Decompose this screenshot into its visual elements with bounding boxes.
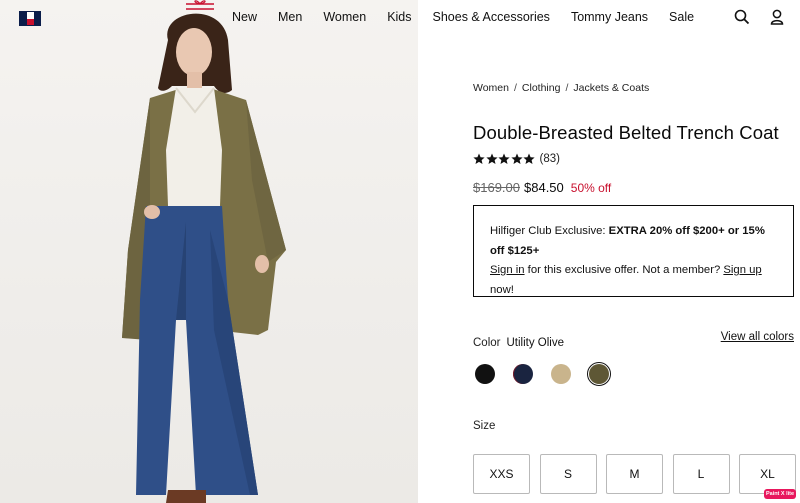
- nav-new[interactable]: New: [232, 10, 257, 24]
- size-options: XXS S M L XL: [473, 454, 796, 494]
- search-icon[interactable]: [734, 9, 750, 25]
- nav-tommy-jeans[interactable]: Tommy Jeans: [571, 10, 648, 24]
- site-header: New Men Women Kids Shoes & Accessories T…: [0, 0, 800, 36]
- size-xl-button[interactable]: XL: [739, 454, 796, 494]
- size-l-button[interactable]: L: [672, 454, 730, 494]
- gift-promo-icon[interactable]: [183, 0, 217, 12]
- product-title: Double-Breasted Belted Trench Coat: [473, 122, 779, 143]
- nav-shoes-accessories[interactable]: Shoes & Accessories: [433, 10, 550, 24]
- star-icon: [498, 153, 510, 164]
- club-offer-box: Hilfiger Club Exclusive: EXTRA 20% off $…: [473, 205, 794, 297]
- color-label: Color: [473, 337, 501, 349]
- breadcrumb-separator: /: [565, 82, 569, 94]
- star-icon: [485, 153, 498, 164]
- discount-label: 50% off: [570, 181, 612, 195]
- sale-price: $84.50: [524, 180, 564, 195]
- view-all-colors-link[interactable]: View all colors: [721, 331, 794, 343]
- product-rating[interactable]: (83): [473, 153, 560, 165]
- rating-count[interactable]: (83): [540, 153, 560, 165]
- club-intro: Hilfiger Club Exclusive:: [490, 225, 609, 237]
- nav-men[interactable]: Men: [278, 10, 302, 24]
- main-nav: New Men Women Kids Shoes & Accessories T…: [232, 10, 715, 24]
- tommy-hilfiger-flag-logo[interactable]: [19, 11, 41, 26]
- sign-in-link[interactable]: Sign in: [490, 264, 525, 276]
- color-selector-header: Color Utility Olive View all colors: [473, 331, 794, 351]
- nav-sale[interactable]: Sale: [669, 10, 694, 24]
- swatch-black[interactable]: [473, 362, 497, 386]
- paint-x-lite-badge[interactable]: Paint X lite: [764, 489, 796, 499]
- nav-kids[interactable]: Kids: [387, 10, 411, 24]
- breadcrumb-jackets-coats[interactable]: Jackets & Coats: [573, 82, 649, 94]
- color-swatches: [473, 362, 611, 386]
- swatch-khaki[interactable]: [549, 362, 573, 386]
- original-price: $169.00: [473, 180, 520, 195]
- product-image[interactable]: [0, 0, 418, 503]
- size-m-button[interactable]: M: [606, 454, 663, 494]
- nav-women[interactable]: Women: [323, 10, 366, 24]
- star-icon: [523, 153, 535, 164]
- selected-color: Utility Olive: [506, 337, 564, 349]
- sign-up-link[interactable]: Sign up: [723, 264, 761, 276]
- star-icon: [510, 153, 523, 164]
- size-s-button[interactable]: S: [539, 454, 597, 494]
- breadcrumb-clothing[interactable]: Clothing: [522, 82, 561, 94]
- user-icon[interactable]: [769, 9, 785, 25]
- breadcrumb-women[interactable]: Women: [473, 82, 509, 94]
- size-xxs-button[interactable]: XXS: [473, 454, 530, 494]
- breadcrumb-separator: /: [514, 82, 517, 94]
- club-end: now!: [490, 283, 514, 296]
- breadcrumb: Women / Clothing / Jackets & Coats: [473, 82, 649, 94]
- size-label: Size: [473, 420, 496, 432]
- swatch-navy[interactable]: [511, 362, 535, 386]
- swatch-utility-olive[interactable]: [587, 362, 611, 386]
- price-block: $169.00 $84.50 50% off: [473, 180, 611, 195]
- club-middle: for this exclusive offer. Not a member?: [524, 264, 724, 276]
- star-icon: [473, 153, 485, 164]
